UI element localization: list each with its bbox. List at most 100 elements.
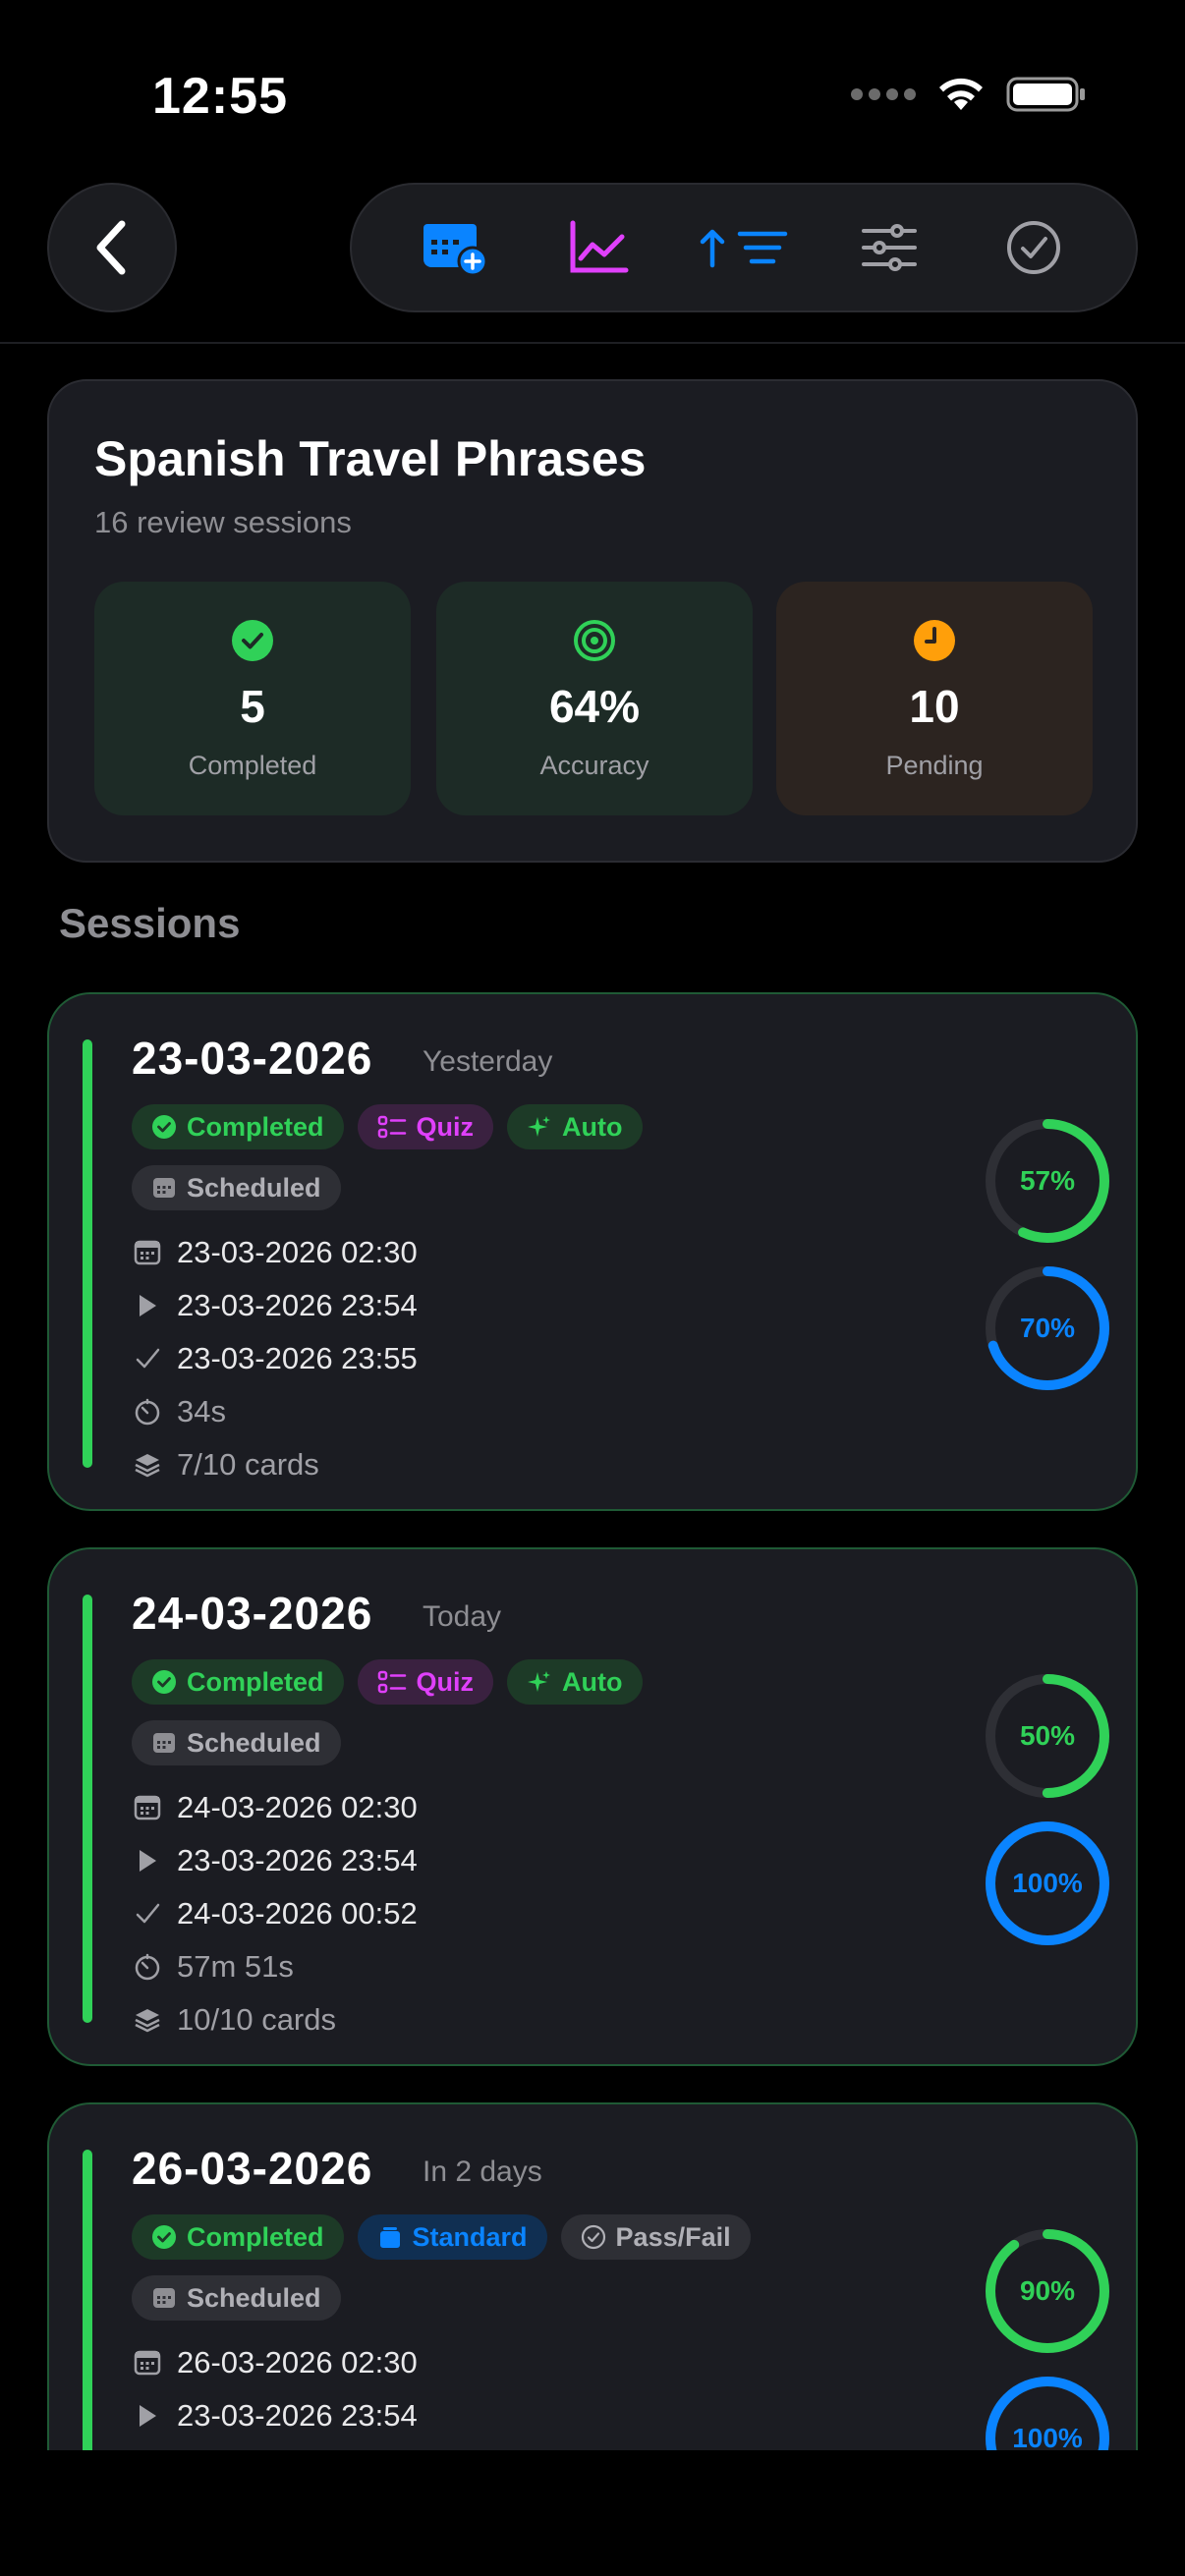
auto-badge: Auto: [507, 1104, 643, 1149]
completed-badge: Completed: [132, 1104, 344, 1149]
started-time-row: 23-03-2026 23:54: [132, 2389, 418, 2442]
scheduled-badge: Scheduled: [132, 1165, 341, 1210]
sparkles-icon: [528, 1671, 551, 1692]
statistics-button[interactable]: [549, 198, 648, 297]
wifi-icon: [939, 78, 983, 110]
progress-ring: 70%: [983, 1263, 1112, 1393]
stack-icon: [135, 1454, 160, 1478]
accuracy-ring: 90%: [983, 2226, 1112, 2356]
select-button[interactable]: [985, 198, 1083, 297]
stat-completed: 5 Completed: [94, 582, 411, 815]
session-tags: Completed Standard Pass/Fail: [132, 2214, 751, 2260]
status-bar-indicator: [83, 1595, 92, 2023]
completed-time-row: 24-03-2026 00:52: [132, 1887, 418, 1940]
ring-label: 50%: [1019, 1720, 1076, 1751]
sort-icon: [700, 229, 788, 268]
scheduled-time-row: 23-03-2026 02:30: [132, 1226, 418, 1279]
status-bar-indicator: [83, 1039, 92, 1468]
cards-row: 10/10 cards: [132, 1993, 418, 2046]
session-card[interactable]: 24-03-2026 Today Completed Quiz Auto Sch…: [47, 1547, 1138, 2066]
checkmark-icon: [136, 1348, 160, 1369]
session-date: 24-03-2026: [132, 1588, 373, 1639]
calendar-icon: [134, 1240, 161, 1265]
pass-fail-badge: Pass/Fail: [560, 2214, 751, 2260]
session-date: 23-03-2026: [132, 1033, 373, 1084]
session-relative-date: In 2 days: [423, 2156, 542, 2188]
toolbar: [350, 183, 1138, 312]
chevron-left-icon: [96, 220, 126, 275]
calendar-icon: [134, 2350, 161, 2376]
accuracy-ring: 50%: [983, 1671, 1112, 1801]
stat-label: Accuracy: [539, 751, 649, 780]
cards-icon: [379, 2227, 400, 2248]
scheduled-badge: Scheduled: [132, 1720, 341, 1765]
started-time-row: 23-03-2026 23:54: [132, 1279, 418, 1332]
stat-value: 10: [909, 681, 960, 732]
stat-label: Completed: [188, 751, 317, 780]
completed-badge: Completed: [132, 2214, 344, 2260]
sort-button[interactable]: [695, 198, 793, 297]
ring-label: 57%: [1019, 1165, 1076, 1196]
checkmark-circle-icon: [581, 2224, 605, 2250]
clock-fill-icon: [914, 620, 955, 661]
cellular-signal-icon: [851, 88, 916, 100]
play-icon: [140, 1295, 156, 1316]
cards-row: 7/10 cards: [132, 1438, 418, 1491]
session-details: 24-03-2026 02:30 23-03-2026 23:54 24-03-…: [132, 1781, 418, 2046]
calendar-icon: [153, 1178, 175, 1198]
sessions-heading: Sessions: [59, 900, 241, 946]
status-icons: [851, 75, 1087, 114]
back-button[interactable]: [47, 183, 177, 312]
session-date: 26-03-2026: [132, 2143, 373, 2194]
started-time-row: 23-03-2026 23:54: [132, 1834, 418, 1887]
ring-label: 100%: [1012, 1868, 1083, 1898]
session-relative-date: Yesterday: [423, 1045, 553, 1078]
nav-divider: [0, 342, 1185, 344]
checkmark-circle-fill-icon: [152, 1115, 176, 1139]
deck-title: Spanish Travel Phrases: [94, 431, 647, 486]
timer-icon: [135, 1398, 160, 1426]
ring-label: 90%: [1019, 2275, 1076, 2306]
session-details: 23-03-2026 02:30 23-03-2026 23:54 23-03-…: [132, 1226, 418, 1491]
auto-badge: Auto: [507, 1659, 643, 1705]
scheduled-time-row: 26-03-2026 02:30: [132, 2336, 418, 2389]
checkmark-circle-fill-icon: [232, 620, 273, 661]
status-time: 12:55: [152, 68, 288, 125]
accuracy-ring: 57%: [983, 1116, 1112, 1246]
session-tags: Completed Quiz Auto: [132, 1659, 643, 1705]
duration-row: 57m 51s: [132, 1940, 418, 1993]
sliders-icon: [861, 224, 917, 271]
deck-summary-card: Spanish Travel Phrases 16 review session…: [47, 379, 1138, 863]
target-icon: [574, 620, 615, 661]
checkmark-circle-fill-icon: [152, 1670, 176, 1694]
session-card[interactable]: 23-03-2026 Yesterday Completed Quiz Auto…: [47, 992, 1138, 1511]
calendar-icon: [153, 2288, 175, 2308]
checkmark-icon: [136, 1903, 160, 1924]
calendar-icon: [134, 1795, 161, 1820]
stack-icon: [135, 2009, 160, 2033]
scheduled-time-row: 24-03-2026 02:30: [132, 1781, 418, 1834]
completed-time-row: 23-03-2026 23:55: [132, 1332, 418, 1385]
list-icon: [377, 1670, 406, 1694]
session-relative-date: Today: [423, 1600, 502, 1633]
list-icon: [377, 1115, 406, 1139]
session-details: 26-03-2026 02:30 23-03-2026 23:54: [132, 2336, 418, 2442]
ring-label: 70%: [1019, 1313, 1076, 1343]
quiz-badge: Quiz: [357, 1659, 494, 1705]
sparkles-icon: [528, 1116, 551, 1137]
stat-pending: 10 Pending: [776, 582, 1093, 815]
timer-icon: [135, 1953, 160, 1981]
stat-label: Pending: [885, 751, 984, 780]
play-icon: [140, 1850, 156, 1872]
duration-row: 34s: [132, 1385, 418, 1438]
scheduled-badge: Scheduled: [132, 2275, 341, 2321]
stat-accuracy: 64% Accuracy: [436, 582, 753, 815]
chart-line-icon: [570, 220, 629, 273]
quiz-badge: Quiz: [357, 1104, 494, 1149]
filter-button[interactable]: [840, 198, 938, 297]
completed-badge: Completed: [132, 1659, 344, 1705]
schedule-session-button[interactable]: [405, 198, 503, 297]
calendar-icon: [153, 1733, 175, 1753]
checkmark-circle-icon: [1007, 221, 1061, 274]
battery-icon: [1006, 77, 1085, 112]
